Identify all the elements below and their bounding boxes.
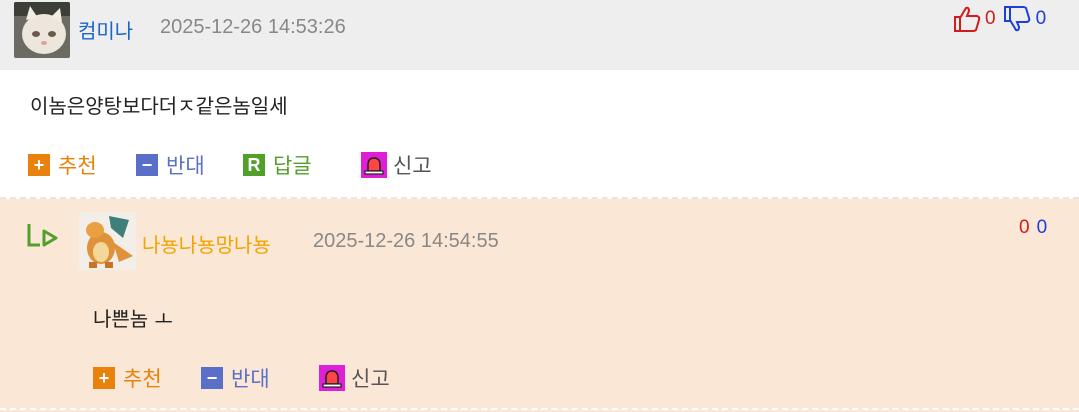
siren-icon bbox=[319, 365, 345, 391]
minus-icon: − bbox=[136, 154, 158, 176]
oppose-button[interactable]: − 반대 bbox=[136, 150, 205, 180]
reply-button[interactable]: R 답글 bbox=[243, 150, 312, 180]
reply-arrow-icon bbox=[26, 221, 62, 251]
plus-icon: + bbox=[28, 154, 50, 176]
cat-avatar-icon bbox=[14, 2, 70, 58]
report-label: 신고 bbox=[393, 154, 432, 178]
dragonite-avatar-icon bbox=[79, 212, 136, 270]
avatar[interactable] bbox=[79, 212, 136, 270]
reply-comment: 나뇽나뇽망나뇽 2025-12-26 14:54:55 0 0 나쁜놈 ㅗ + … bbox=[0, 199, 1079, 412]
reply-author[interactable]: 나뇽나뇽망나뇽 bbox=[142, 229, 271, 258]
oppose-button[interactable]: − 반대 bbox=[201, 363, 270, 393]
vote-counter: 0 0 bbox=[952, 4, 1046, 34]
siren-icon bbox=[361, 152, 387, 178]
downvote-count: 0 bbox=[1036, 217, 1048, 238]
oppose-label: 반대 bbox=[231, 367, 270, 391]
comment-timestamp: 2025-12-26 14:53:26 bbox=[160, 16, 346, 38]
comment-author[interactable]: 컴미나 bbox=[78, 15, 133, 44]
report-label: 신고 bbox=[351, 367, 390, 391]
thumbs-up-icon[interactable] bbox=[952, 4, 982, 34]
report-button[interactable]: 신고 bbox=[319, 363, 390, 393]
reply-timestamp: 2025-12-26 14:54:55 bbox=[313, 230, 499, 252]
report-button[interactable]: 신고 bbox=[361, 150, 432, 180]
thumbs-down-icon[interactable] bbox=[1002, 4, 1032, 34]
recommend-label: 추천 bbox=[58, 154, 97, 178]
comment-body: 이놈은양탕보다더ㅈ같은놈일세 bbox=[30, 94, 288, 118]
avatar[interactable] bbox=[14, 2, 70, 58]
plus-icon: + bbox=[93, 367, 115, 389]
upvote-count: 0 bbox=[985, 8, 996, 29]
recommend-label: 추천 bbox=[123, 367, 162, 391]
upvote-count: 0 bbox=[1019, 217, 1030, 238]
reply-divider bbox=[0, 408, 1079, 410]
reply-body: 나쁜놈 ㅗ bbox=[93, 307, 173, 331]
downvote-count: 0 bbox=[1035, 8, 1047, 29]
vote-counter: 0 0 bbox=[1019, 217, 1047, 239]
reply-label: 답글 bbox=[273, 154, 312, 178]
minus-icon: − bbox=[201, 367, 223, 389]
recommend-button[interactable]: + 추천 bbox=[93, 363, 162, 393]
oppose-label: 반대 bbox=[166, 154, 205, 178]
reply-r-icon: R bbox=[243, 154, 265, 176]
recommend-button[interactable]: + 추천 bbox=[28, 150, 97, 180]
